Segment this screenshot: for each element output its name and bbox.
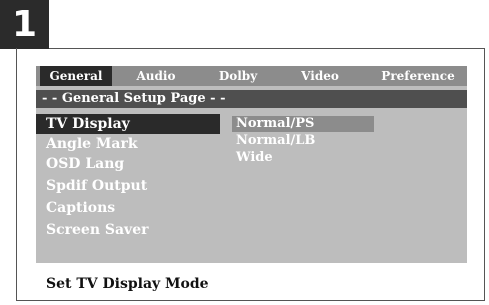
osd-screen: General Audio Dolby Video Preference - -… (36, 66, 467, 263)
option-wide[interactable]: Wide (232, 150, 374, 166)
setup-menu-illustration: 1 General Audio Dolby Video Preference -… (0, 0, 489, 305)
status-help-text: Set TV Display Mode (36, 272, 467, 296)
menu-item-screen-saver[interactable]: Screen Saver (36, 220, 220, 240)
tab-video[interactable]: Video (288, 66, 352, 86)
menu-item-tv-display[interactable]: TV Display (36, 114, 220, 134)
tab-dolby[interactable]: Dolby (206, 66, 270, 86)
option-normal-ps[interactable]: Normal/PS (232, 116, 374, 132)
option-normal-lb[interactable]: Normal/LB (232, 133, 374, 149)
menu-item-spdif-output[interactable]: Spdif Output (36, 176, 220, 196)
tab-preference[interactable]: Preference (372, 66, 464, 86)
setup-page-title: - - General Setup Page - - (36, 90, 467, 108)
frame-top-border (49, 48, 485, 49)
step-number-badge: 1 (0, 0, 49, 49)
menu-item-osd-lang[interactable]: OSD Lang (36, 154, 220, 174)
menu-item-angle-mark[interactable]: Angle Mark (36, 134, 220, 154)
menu-item-captions[interactable]: Captions (36, 198, 220, 218)
tab-audio[interactable]: Audio (124, 66, 188, 86)
menu-tab-bar: General Audio Dolby Video Preference (36, 66, 467, 86)
tab-general[interactable]: General (40, 66, 112, 86)
